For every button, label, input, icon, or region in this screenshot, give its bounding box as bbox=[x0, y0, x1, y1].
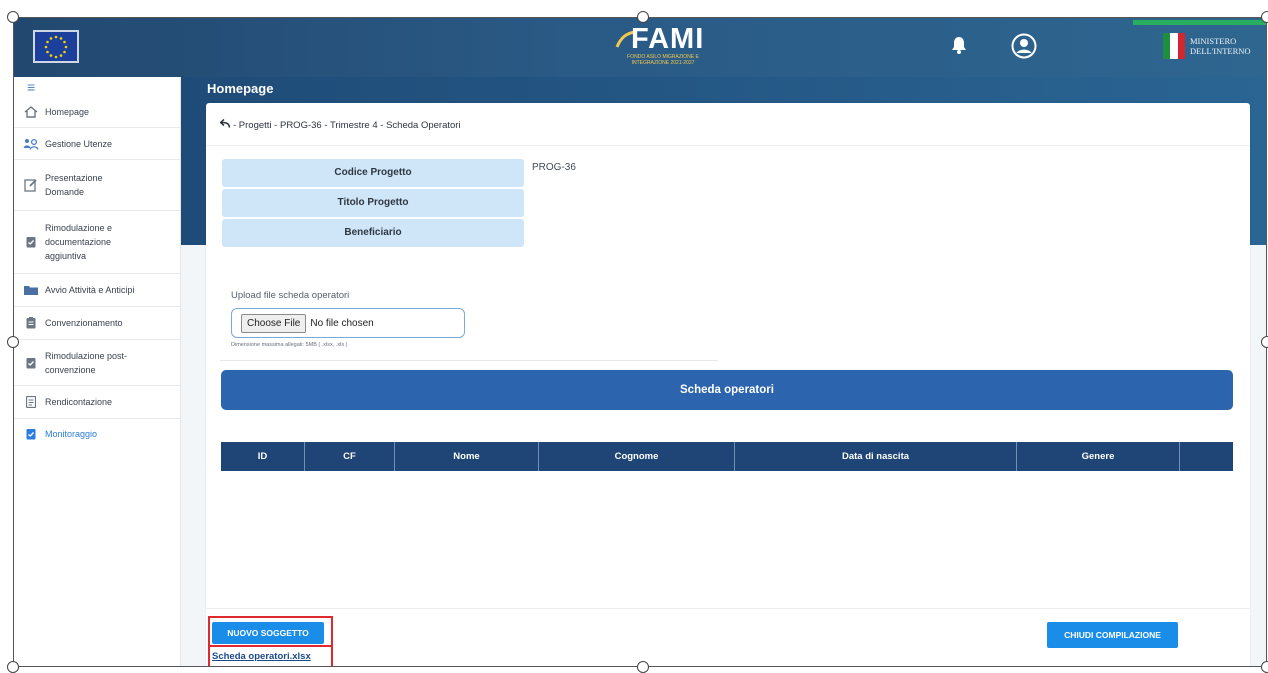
sidebar-item-gestione-utenze[interactable]: Gestione Utenze bbox=[13, 128, 180, 160]
chiudi-compilazione-button[interactable]: CHIUDI COMPILAZIONE bbox=[1047, 622, 1178, 648]
user-profile-icon[interactable] bbox=[1011, 33, 1037, 64]
sidebar-item-label: Monitoraggio bbox=[45, 429, 98, 439]
column-header-cf[interactable]: CF bbox=[305, 442, 395, 471]
choose-file-button[interactable]: Choose File bbox=[241, 313, 307, 333]
sidebar-item-label: Convenzionamento bbox=[45, 318, 123, 328]
home-icon bbox=[23, 106, 39, 118]
divider bbox=[206, 608, 1250, 609]
ministero-logo: MINISTERO DELL'INTERNO bbox=[1133, 17, 1267, 77]
sidebar-item-label: Homepage bbox=[45, 107, 90, 117]
sidebar-item-convenzionamento[interactable]: Convenzionamento bbox=[13, 307, 180, 340]
file-status-text: No file chosen bbox=[310, 317, 374, 329]
page-title: Homepage bbox=[207, 81, 274, 96]
sidebar-item-label: Rendicontazione bbox=[45, 397, 113, 407]
divider bbox=[220, 360, 718, 361]
document-icon bbox=[23, 396, 39, 408]
project-info: Codice Progetto PROG-36 Titolo Progetto … bbox=[222, 158, 576, 248]
upload-section: Upload file scheda operatori Choose File… bbox=[231, 290, 465, 348]
codice-progetto-value: PROG-36 bbox=[532, 162, 576, 173]
sidebar-item-label: Rimodulazione e documentazione aggiuntiv… bbox=[45, 223, 113, 261]
nuovo-soggetto-button[interactable]: NUOVO SOGGETTO bbox=[212, 622, 324, 644]
resize-handle-middle-right[interactable] bbox=[1261, 336, 1268, 348]
resize-handle-bottom-right[interactable] bbox=[1261, 661, 1268, 673]
column-header-actions bbox=[1180, 442, 1233, 471]
upload-label: Upload file scheda operatori bbox=[231, 290, 350, 301]
top-bar: FAMI FONDO ASILO MIGRAZIONE E INTEGRAZIO… bbox=[13, 17, 1267, 77]
scheda-operatori-header: Scheda operatori bbox=[221, 370, 1233, 410]
info-row-codice: Codice Progetto PROG-36 bbox=[222, 158, 576, 187]
ministero-line-2: DELL'INTERNO bbox=[1190, 46, 1251, 56]
fami-logo: FAMI FONDO ASILO MIGRAZIONE E INTEGRAZIO… bbox=[613, 23, 703, 69]
progress-accent-line bbox=[1133, 20, 1267, 25]
column-header-data-nascita[interactable]: Data di nascita bbox=[735, 442, 1017, 471]
sidebar-item-rimodulazione[interactable]: Rimodulazione e documentazione aggiuntiv… bbox=[13, 211, 180, 274]
main-card: - Progetti - PROG-36 - Trimestre 4 - Sch… bbox=[206, 103, 1250, 667]
sidebar: ≡ Homepage Gestione Utenze Presentazione… bbox=[13, 77, 181, 667]
hamburger-icon[interactable]: ≡ bbox=[13, 77, 180, 97]
breadcrumb: - Progetti - PROG-36 - Trimestre 4 - Sch… bbox=[219, 118, 461, 131]
file-upload-input[interactable]: Choose File No file chosen bbox=[231, 308, 465, 338]
sidebar-item-label: Gestione Utenze bbox=[45, 138, 113, 149]
bell-icon[interactable] bbox=[951, 36, 967, 59]
clipboard-icon bbox=[23, 317, 39, 329]
ministero-label: MINISTERO DELL'INTERNO bbox=[1190, 36, 1251, 56]
ministero-line-1: MINISTERO bbox=[1190, 36, 1237, 46]
sidebar-item-avvio-attivita[interactable]: Avvio Attività e Anticipi bbox=[13, 274, 180, 307]
column-header-genere[interactable]: Genere bbox=[1017, 442, 1180, 471]
info-row-beneficiario: Beneficiario bbox=[222, 218, 576, 247]
back-arrow-icon[interactable] bbox=[219, 118, 231, 131]
operators-table-header: ID CF Nome Cognome Data di nascita Gener… bbox=[221, 442, 1233, 471]
resize-handle-top-left[interactable] bbox=[7, 11, 19, 23]
sidebar-item-rendicontazione[interactable]: Rendicontazione bbox=[13, 386, 180, 419]
column-header-id[interactable]: ID bbox=[221, 442, 305, 471]
sidebar-item-monitoraggio[interactable]: Monitoraggio bbox=[13, 419, 180, 449]
sidebar-item-label: Avvio Attività e Anticipi bbox=[45, 285, 135, 295]
resize-handle-middle-left[interactable] bbox=[7, 336, 19, 348]
sidebar-item-presentazione-domande[interactable]: Presentazione Domande bbox=[13, 160, 180, 211]
eu-flag-logo bbox=[33, 30, 79, 63]
scheda-operatori-xlsx-link[interactable]: Scheda operatori.xlsx bbox=[212, 651, 311, 662]
clipboard-check-icon bbox=[23, 428, 39, 440]
resize-handle-top-middle[interactable] bbox=[637, 11, 649, 23]
info-row-titolo: Titolo Progetto bbox=[222, 188, 576, 217]
column-header-nome[interactable]: Nome bbox=[395, 442, 539, 471]
beneficiario-label: Beneficiario bbox=[222, 218, 524, 247]
fami-logo-subtitle: FONDO ASILO MIGRAZIONE E INTEGRAZIONE 20… bbox=[627, 54, 699, 66]
screenshot-frame: FAMI FONDO ASILO MIGRAZIONE E INTEGRAZIO… bbox=[13, 17, 1267, 667]
clipboard-check-icon bbox=[23, 236, 39, 248]
sidebar-item-label: Presentazione Domande bbox=[45, 173, 103, 197]
titolo-progetto-label: Titolo Progetto bbox=[222, 188, 524, 217]
sidebar-item-rimodulazione-post[interactable]: Rimodulazione post-convenzione bbox=[13, 340, 180, 386]
breadcrumb-text[interactable]: - Progetti - PROG-36 - Trimestre 4 - Sch… bbox=[233, 120, 461, 131]
folder-icon bbox=[23, 285, 39, 295]
clipboard-check-icon bbox=[23, 357, 39, 369]
users-icon bbox=[23, 138, 39, 150]
resize-handle-bottom-middle[interactable] bbox=[637, 661, 649, 673]
resize-handle-top-right[interactable] bbox=[1261, 11, 1268, 23]
upload-hint: Dimensione massima allegati: 5MB ( .xlsx… bbox=[231, 342, 348, 348]
column-header-cognome[interactable]: Cognome bbox=[539, 442, 735, 471]
resize-handle-bottom-left[interactable] bbox=[7, 661, 19, 673]
sidebar-item-label: Rimodulazione post-convenzione bbox=[45, 350, 128, 375]
sidebar-item-homepage[interactable]: Homepage bbox=[13, 97, 180, 128]
codice-progetto-label: Codice Progetto bbox=[222, 158, 524, 187]
fami-logo-text: FAMI bbox=[631, 23, 705, 55]
edit-icon bbox=[23, 178, 39, 192]
italian-flag-icon bbox=[1163, 33, 1185, 59]
divider bbox=[206, 145, 1250, 146]
